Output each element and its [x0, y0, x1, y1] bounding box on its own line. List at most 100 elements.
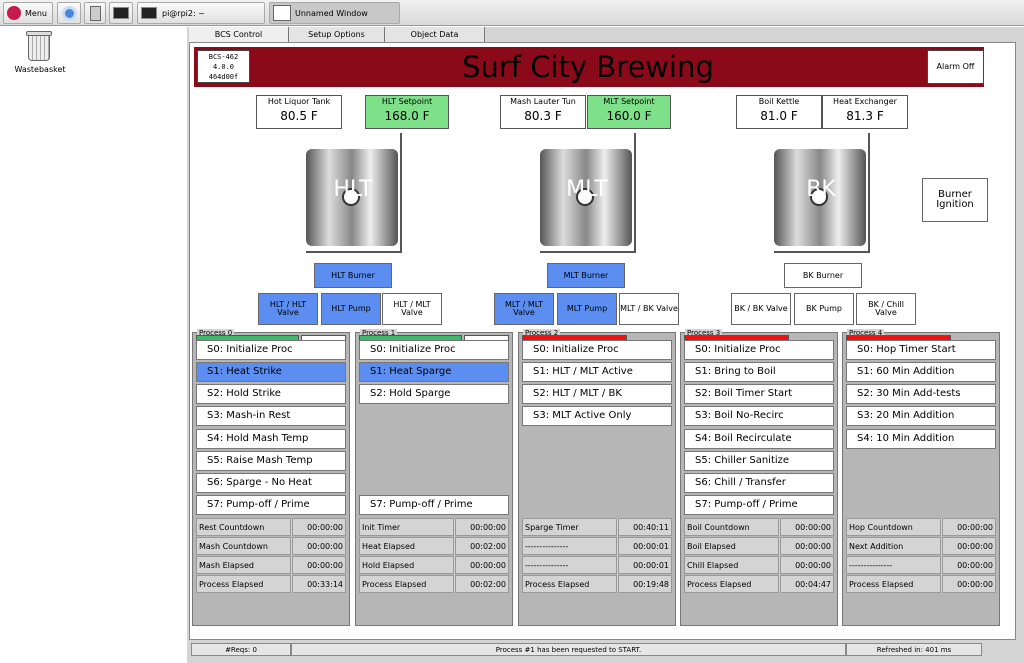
state-button[interactable]: S0: Initialize Proc: [684, 340, 834, 360]
state-button[interactable]: S3: MLT Active Only: [522, 406, 672, 426]
state-button[interactable]: S0: Initialize Proc: [522, 340, 672, 360]
timer-label: Sparge Timer: [522, 518, 617, 536]
hlt-pump-button[interactable]: HLT Pump: [321, 293, 381, 325]
state-button[interactable]: S1: Heat Sparge: [359, 362, 509, 382]
hlt-burner-button[interactable]: HLT Burner: [314, 263, 392, 288]
state-button[interactable]: S0: Initialize Proc: [359, 340, 509, 360]
monitor-value: 80.3 F: [524, 109, 562, 123]
monitor-value: 81.3 F: [846, 109, 884, 123]
timer-value: 00:00:00: [455, 556, 509, 574]
process-panel-4: Process 4Hop AdditionsS0: Hop Timer Star…: [842, 329, 1000, 626]
raspberry-icon: [7, 6, 21, 20]
state-button[interactable]: S6: Sparge - No Heat: [196, 473, 346, 493]
state-button[interactable]: S2: 30 Min Add-tests: [846, 384, 996, 404]
timer-value: 00:00:00: [942, 518, 996, 536]
hlt-mlt-valve-button[interactable]: HLT / MLT Valve: [382, 293, 442, 325]
timer-value: 00:33:14: [292, 575, 346, 593]
state-button[interactable]: S1: HLT / MLT Active: [522, 362, 672, 382]
timer-label: Mash Elapsed: [196, 556, 291, 574]
state-button[interactable]: S5: Chiller Sanitize: [684, 451, 834, 471]
timer-row: Chill Elapsed 00:00:00: [684, 556, 834, 574]
timer-row: Heat Elapsed 00:02:00: [359, 537, 509, 555]
mlt-mlt-valve-button[interactable]: MLT / MLT Valve: [494, 293, 554, 325]
state-button[interactable]: S2: Hold Strike: [196, 384, 346, 404]
timer-row: Init Timer 00:00:00: [359, 518, 509, 536]
state-button[interactable]: S7: Pump-off / Prime: [684, 495, 834, 515]
wastebasket-icon[interactable]: [26, 31, 52, 63]
timer-label: Init Timer: [359, 518, 454, 536]
state-button[interactable]: S1: Heat Strike: [196, 362, 346, 382]
state-button[interactable]: S4: Boil Recirculate: [684, 429, 834, 449]
alarm-off-button[interactable]: Alarm Off: [927, 50, 984, 84]
timer-value: 00:00:00: [292, 537, 346, 555]
window-icon: [273, 5, 291, 21]
state-button[interactable]: S3: Boil No-Recirc: [684, 406, 834, 426]
page-title: Surf City Brewing: [254, 50, 922, 84]
state-button[interactable]: S3: Mash-in Rest: [196, 406, 346, 426]
bcs-app-window: BCS Control Setup Options Object Data BC…: [187, 27, 1024, 663]
wastebasket-label: Wastebasket: [14, 65, 66, 74]
state-button[interactable]: S4: Hold Mash Temp: [196, 429, 346, 449]
monitor-mlt-setpoint[interactable]: MLT Setpoint 160.0 F: [587, 95, 671, 129]
menu-button[interactable]: Menu: [3, 2, 53, 24]
terminal-launcher[interactable]: [109, 2, 133, 24]
timer-row: Process Elapsed 00:04:47: [684, 575, 834, 593]
tab-setup-options[interactable]: Setup Options: [289, 27, 385, 42]
state-button[interactable]: S7: Pump-off / Prime: [196, 495, 346, 515]
timer-row: Sparge Timer 00:40:11: [522, 518, 672, 536]
taskbar-window-unnamed[interactable]: Unnamed Window: [269, 2, 400, 24]
timer-value: 00:00:01: [618, 556, 672, 574]
monitor-label: Heat Exchanger: [833, 97, 897, 106]
timer-label: Process Elapsed: [522, 575, 617, 593]
timer-row: --------------- 00:00:01: [522, 537, 672, 555]
monitor-label: Mash Lauter Tun: [510, 97, 576, 106]
tab-bcs-control[interactable]: BCS Control: [189, 27, 289, 42]
timer-value: 00:00:00: [455, 518, 509, 536]
kettle-label: MLT: [566, 177, 608, 202]
state-button[interactable]: S7: Pump-off / Prime: [359, 495, 509, 515]
tab-object-data[interactable]: Object Data: [385, 27, 485, 42]
state-button[interactable]: S0: Initialize Proc: [196, 340, 346, 360]
state-button[interactable]: S1: Bring to Boil: [684, 362, 834, 382]
taskbar-window-terminal[interactable]: pi@rpi2: ~: [137, 2, 265, 24]
kettle-label: BK: [806, 177, 836, 202]
bk-burner-button[interactable]: BK Burner: [784, 263, 862, 288]
timer-value: 00:19:48: [618, 575, 672, 593]
monitor-value: 81.0 F: [760, 109, 798, 123]
timer-value: 00:40:11: [618, 518, 672, 536]
timer-row: Process Elapsed 00:19:48: [522, 575, 672, 593]
state-button[interactable]: S0: Hop Timer Start: [846, 340, 996, 360]
timer-value: 00:02:00: [455, 575, 509, 593]
state-button[interactable]: S4: 10 Min Addition: [846, 429, 996, 449]
state-button[interactable]: S2: Hold Sparge: [359, 384, 509, 404]
timer-value: 00:00:01: [618, 537, 672, 555]
bk-chill-valve-button[interactable]: BK / Chill Valve: [856, 293, 916, 325]
state-button[interactable]: S1: 60 Min Addition: [846, 362, 996, 382]
burner-ignition-button[interactable]: Burner Ignition: [922, 178, 988, 222]
monitor-hlt-setpoint[interactable]: HLT Setpoint 168.0 F: [365, 95, 449, 129]
timer-label: Process Elapsed: [196, 575, 291, 593]
timer-row: Process Elapsed 00:02:00: [359, 575, 509, 593]
mlt-burner-button[interactable]: MLT Burner: [547, 263, 625, 288]
timer-row: Boil Countdown 00:00:00: [684, 518, 834, 536]
monitor-label: MLT Setpoint: [603, 97, 655, 106]
mlt-pump-button[interactable]: MLT Pump: [557, 293, 617, 325]
mlt-kettle: MLT: [540, 133, 636, 253]
browser-launcher[interactable]: [57, 2, 81, 24]
browser-icon: [61, 5, 77, 21]
timer-row: --------------- 00:00:00: [846, 556, 996, 574]
device-model: BCS-462: [208, 53, 239, 61]
state-button[interactable]: S3: 20 Min Addition: [846, 406, 996, 426]
hlt-hlt-valve-button[interactable]: HLT / HLT Valve: [258, 293, 318, 325]
state-button[interactable]: S5: Raise Mash Temp: [196, 451, 346, 471]
state-button[interactable]: S6: Chill / Transfer: [684, 473, 834, 493]
state-button[interactable]: S2: Boil Timer Start: [684, 384, 834, 404]
mlt-bk-valve-button[interactable]: MLT / BK Valve: [619, 293, 679, 325]
state-button[interactable]: S2: HLT / MLT / BK: [522, 384, 672, 404]
timer-row: Mash Countdown 00:00:00: [196, 537, 346, 555]
file-manager-launcher[interactable]: [84, 2, 106, 24]
bk-pump-button[interactable]: BK Pump: [794, 293, 854, 325]
device-info: BCS-462 4.0.0 464d00f: [197, 50, 250, 83]
monitor-mlt-temp: Mash Lauter Tun 80.3 F: [500, 95, 586, 129]
bk-bk-valve-button[interactable]: BK / BK Valve: [731, 293, 791, 325]
